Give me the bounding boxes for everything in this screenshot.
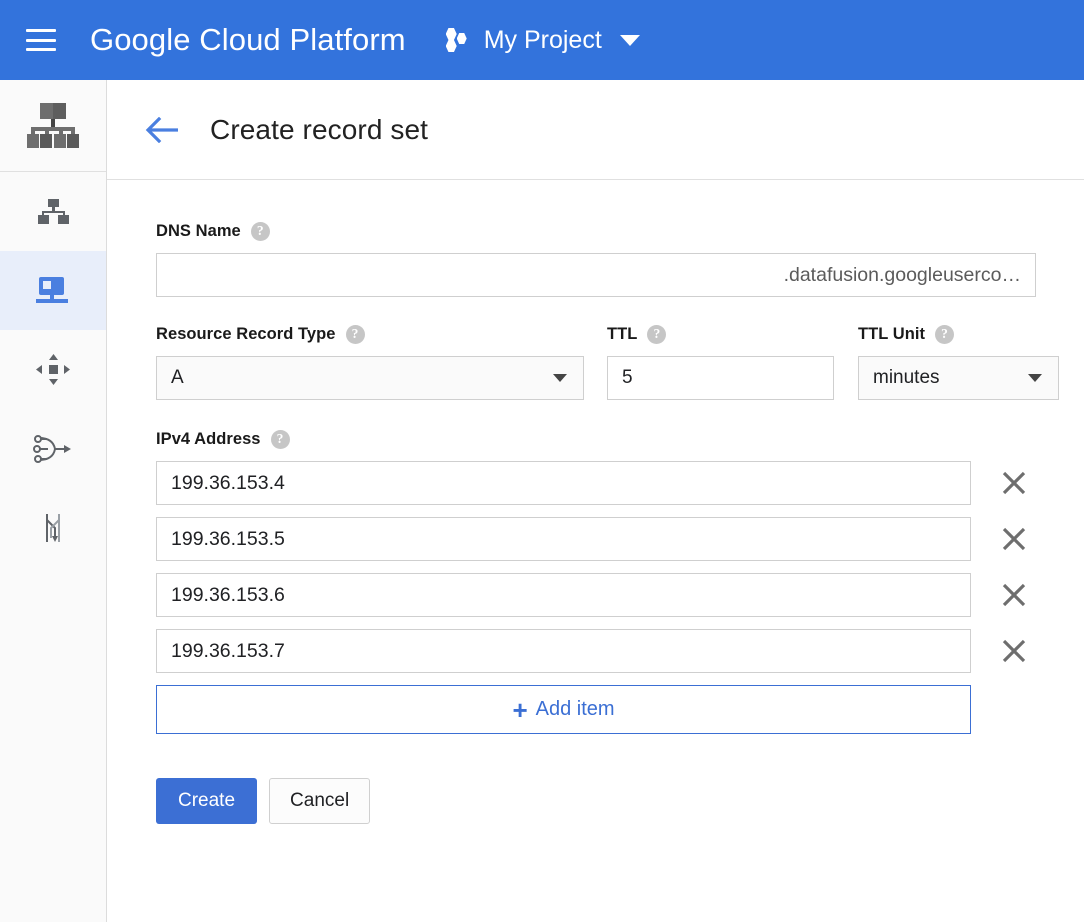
resource-record-type-label: Resource Record Type [156,325,336,344]
resource-record-type-field: Resource Record Type ? A [156,325,584,400]
ipv4-address-input[interactable]: 199.36.153.7 [156,629,971,673]
ipv4-address-row: 199.36.153.4 [156,461,1084,505]
ttl-label: TTL [607,325,637,344]
add-item-label: Add item [536,698,615,721]
ttl-unit-select[interactable]: minutes [858,356,1059,400]
close-x-icon[interactable] [992,573,1036,617]
chevron-down-icon [553,374,567,382]
chevron-down-icon [1028,374,1042,382]
close-x-icon[interactable] [992,629,1036,673]
add-item-button[interactable]: + Add item [156,685,971,734]
traffic-director-icon [35,512,71,544]
sidebar-item-network-hierarchy[interactable] [0,80,106,172]
ipv4-address-row: 199.36.153.5 [156,517,1084,561]
top-app-bar: Google Cloud Platform My Project [0,0,1084,80]
resource-record-type-value: A [171,367,184,389]
ttl-label-row: TTL ? [607,325,834,344]
ipv4-address-list: 199.36.153.4 199.36.153.5 199.36.153.6 199.… [156,461,1084,673]
ipv4-address-input[interactable]: 199.36.153.4 [156,461,971,505]
create-record-set-form: DNS Name ? .datafusion.googleuserco… Res… [107,180,1084,824]
page-header: Create record set [107,80,1084,180]
network-hierarchy-icon [27,103,79,148]
ttl-input[interactable]: 5 [607,356,834,400]
ttl-unit-label-row: TTL Unit ? [858,325,1059,344]
help-circle-icon[interactable]: ? [935,325,954,344]
resource-record-type-select[interactable]: A [156,356,584,400]
close-x-icon[interactable] [992,461,1036,505]
routes-move-icon [35,353,71,387]
create-button[interactable]: Create [156,778,257,824]
hamburger-menu-icon[interactable] [26,29,56,51]
ipv4-address-input[interactable]: 199.36.153.6 [156,573,971,617]
ipv4-label: IPv4 Address [156,430,261,449]
ipv4-address-row: 199.36.153.6 [156,573,1084,617]
help-circle-icon[interactable]: ? [251,222,270,241]
project-selector[interactable]: My Project [446,26,640,55]
ttl-unit-label: TTL Unit [858,325,925,344]
hamburger-line [26,29,56,32]
load-balancer-icon [33,433,73,465]
record-type-ttl-row: Resource Record Type ? A TTL ? 5 [156,325,1084,400]
help-circle-icon[interactable]: ? [346,325,365,344]
plus-icon: + [512,697,527,723]
dns-name-suffix: .datafusion.googleuserco… [784,264,1021,287]
ipv4-address-row: 199.36.153.7 [156,629,1084,673]
cancel-button[interactable]: Cancel [269,778,370,824]
brand-title: Google Cloud Platform [90,22,406,58]
dns-name-label-row: DNS Name ? [156,222,1084,241]
hamburger-line [26,48,56,51]
vm-instance-icon [36,277,70,305]
project-name-label: My Project [484,26,602,55]
dns-name-input[interactable]: .datafusion.googleuserco… [156,253,1036,297]
vpc-network-icon [38,199,68,225]
form-actions: Create Cancel [156,778,1084,824]
ipv4-address-input[interactable]: 199.36.153.5 [156,517,971,561]
help-circle-icon[interactable]: ? [271,430,290,449]
main-content: Create record set DNS Name ? .datafusion… [107,80,1084,922]
left-nav-rail [0,80,107,922]
sidebar-item-vpc-network[interactable] [0,172,106,251]
ttl-field: TTL ? 5 [607,325,834,400]
ttl-unit-field: TTL Unit ? minutes [858,325,1059,400]
sidebar-item-load-balancing[interactable] [0,409,106,488]
sidebar-item-vm-instances[interactable] [0,251,106,330]
back-arrow-icon[interactable] [145,113,179,147]
help-circle-icon[interactable]: ? [647,325,666,344]
dns-name-label: DNS Name [156,222,241,241]
ttl-unit-value: minutes [873,367,940,389]
hamburger-line [26,39,56,42]
ttl-value: 5 [622,367,633,389]
chevron-down-icon [620,35,640,46]
resource-record-type-label-row: Resource Record Type ? [156,325,584,344]
sidebar-item-routes[interactable] [0,330,106,409]
ipv4-address-section: IPv4 Address ? 199.36.153.4199.36.153.51… [156,430,1084,734]
page-title: Create record set [210,114,428,146]
cloud-project-icon [446,28,472,52]
sidebar-item-traffic-director[interactable] [0,488,106,567]
ipv4-label-row: IPv4 Address ? [156,430,1084,449]
close-x-icon[interactable] [992,517,1036,561]
